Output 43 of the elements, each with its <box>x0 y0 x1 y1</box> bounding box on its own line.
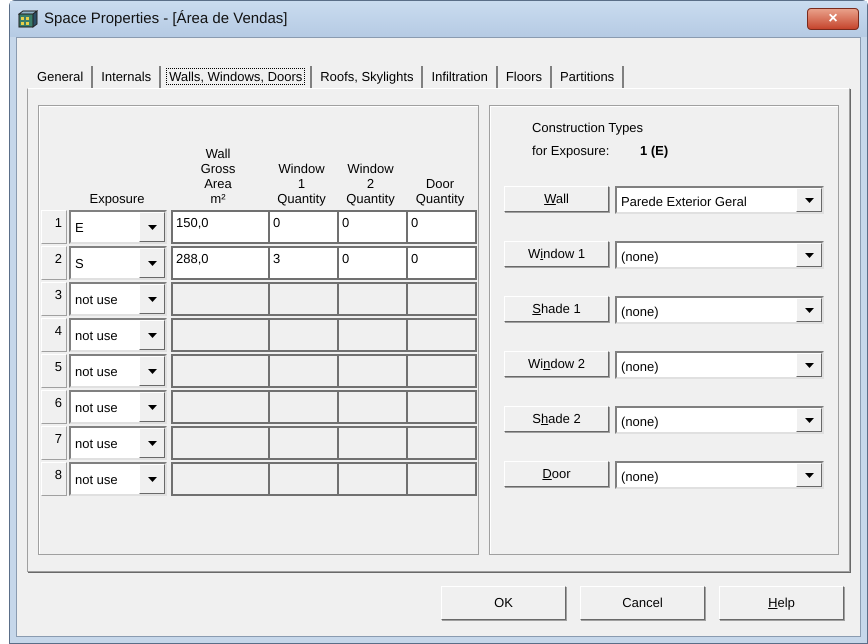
construction-button[interactable]: Window 1 <box>504 241 609 267</box>
section-heading: Construction Types <box>532 119 644 137</box>
dialog-button[interactable]: Help <box>719 586 844 620</box>
table-cell[interactable]: 150,0 <box>173 212 268 242</box>
row-number: 3 <box>41 282 67 316</box>
column-header: Wall Gross Area m² <box>200 146 236 208</box>
column-header: Window 1 Quantity <box>276 161 327 208</box>
row-number: 6 <box>41 390 67 424</box>
column-header: Exposure <box>88 191 146 208</box>
row-number: 2 <box>41 246 67 280</box>
row-number: 7 <box>41 426 67 460</box>
table-cell[interactable]: 0 <box>406 248 475 278</box>
table-cell[interactable]: 0 <box>268 212 337 242</box>
exposure-dropdown[interactable]: S <box>69 246 167 280</box>
column-header: Window 2 Quantity <box>345 161 396 208</box>
window-title: Space Properties - [Área de Vendas] <box>44 8 288 29</box>
construction-button[interactable]: Wall <box>504 186 609 212</box>
dialog-button[interactable]: OK <box>441 586 566 620</box>
row-number: 4 <box>41 318 67 352</box>
construction-dropdown[interactable]: Parede Exterior Geral <box>615 186 824 214</box>
construction-dropdown[interactable]: (none) <box>615 461 824 489</box>
construction-dropdown[interactable]: (none) <box>615 351 824 379</box>
table-cell[interactable]: 0 <box>406 212 475 242</box>
row-number: 8 <box>41 462 67 496</box>
table-cell[interactable]: 288,0 <box>173 248 268 278</box>
row-number: 1 <box>41 210 67 244</box>
construction-button[interactable]: Window 2 <box>504 351 609 377</box>
table-cell[interactable]: 3 <box>268 248 337 278</box>
dialog-button[interactable]: Cancel <box>580 586 705 620</box>
table-cell[interactable]: 0 <box>337 248 406 278</box>
building-icon <box>18 10 38 28</box>
column-header: Door Quantity <box>414 176 466 208</box>
construction-button[interactable]: Door <box>504 461 609 487</box>
row-number: 5 <box>41 354 67 388</box>
exposure-value: 1 (E) <box>640 142 668 160</box>
construction-button[interactable]: Shade 2 <box>504 406 609 432</box>
table-cell[interactable]: 0 <box>337 212 406 242</box>
exposure-dropdown[interactable]: E <box>69 210 167 244</box>
construction-dropdown[interactable]: (none) <box>615 406 824 434</box>
construction-button[interactable]: Shade 1 <box>504 296 609 322</box>
construction-dropdown[interactable]: (none) <box>615 296 824 324</box>
exposure-label: for Exposure: <box>532 142 610 160</box>
construction-dropdown[interactable]: (none) <box>615 241 824 269</box>
